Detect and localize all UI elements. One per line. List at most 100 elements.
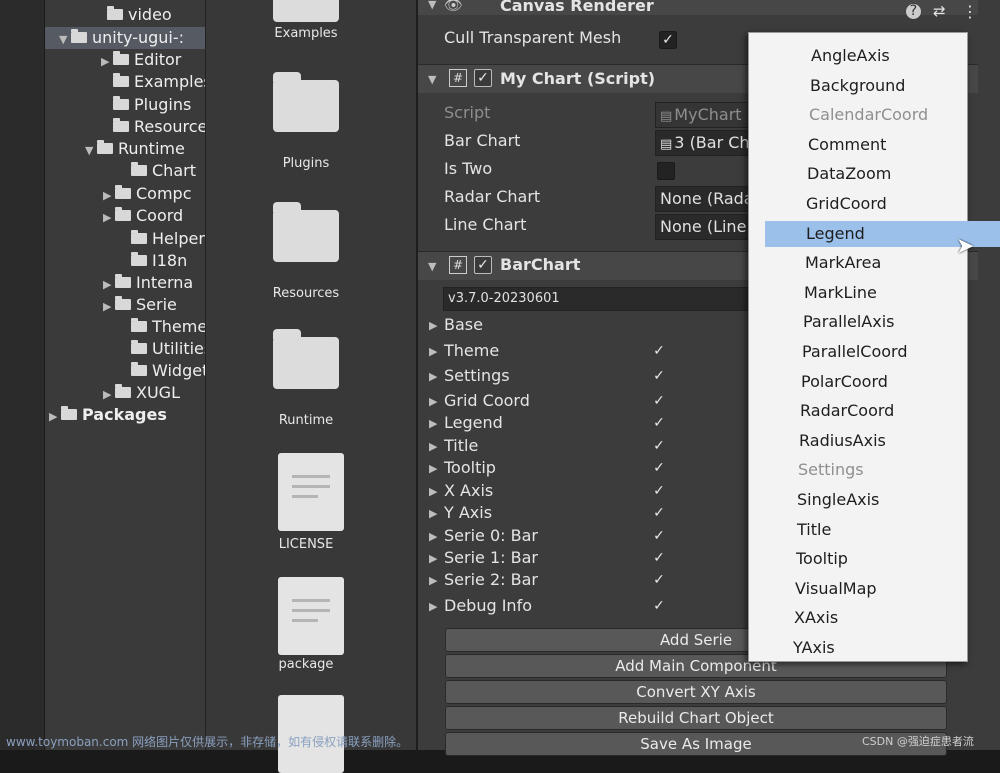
foldout-arrow-icon[interactable]: ▶ xyxy=(429,485,437,498)
collapsed-arrow-icon[interactable]: ▶ xyxy=(49,406,61,428)
tree-item[interactable]: ▶ Compc xyxy=(103,183,192,205)
tree-item[interactable]: ▶ Interna xyxy=(103,272,193,294)
section-enabled-checkbox[interactable]: ✓ xyxy=(651,460,667,476)
collapse-arrow-icon[interactable]: ▼ xyxy=(428,260,436,273)
version-field: v3.7.0-20230601 xyxy=(443,287,759,311)
section-enabled-checkbox[interactable]: ✓ xyxy=(651,505,667,521)
collapsed-arrow-icon[interactable]: ▶ xyxy=(103,207,115,229)
collapsed-arrow-icon[interactable]: ▶ xyxy=(103,185,115,207)
collapsed-arrow-icon[interactable]: ▶ xyxy=(103,296,115,318)
foldout-arrow-icon[interactable]: ▶ xyxy=(429,395,437,408)
tree-item[interactable]: ▼ Runtime xyxy=(85,138,185,160)
object-field[interactable]: ▤ 3 (Bar Cha xyxy=(655,130,761,156)
menu-item[interactable]: AngleAxis xyxy=(811,43,890,69)
collapse-arrow-icon[interactable]: ▼ xyxy=(428,73,436,86)
menu-item[interactable]: XAxis xyxy=(794,605,838,631)
foldout-arrow-icon[interactable]: ▶ xyxy=(429,600,437,613)
collapsed-arrow-icon[interactable]: ▶ xyxy=(101,51,113,73)
my-chart-enabled-checkbox[interactable]: ✓ xyxy=(474,69,492,87)
tree-item[interactable]: I18n xyxy=(119,250,187,272)
section-label: X Axis xyxy=(444,481,494,500)
more-menu-icon[interactable]: ⋮ xyxy=(962,2,978,21)
section-enabled-checkbox[interactable]: ✓ xyxy=(651,343,667,359)
rebuild-chart-object-button[interactable]: Rebuild Chart Object xyxy=(445,706,947,730)
section-enabled-checkbox[interactable]: ✓ xyxy=(651,528,667,544)
foldout-arrow-icon[interactable]: ▶ xyxy=(429,319,437,332)
menu-item[interactable]: ParallelCoord xyxy=(802,339,908,365)
menu-item[interactable]: RadiusAxis xyxy=(799,428,886,454)
collapsed-arrow-icon[interactable]: ▶ xyxy=(103,274,115,296)
menu-item[interactable]: GridCoord xyxy=(806,191,887,217)
foldout-arrow-icon[interactable]: ▶ xyxy=(429,552,437,565)
menu-item[interactable]: ParallelAxis xyxy=(803,309,895,335)
tree-item[interactable]: Helper xyxy=(119,228,205,250)
menu-item[interactable]: YAxis xyxy=(793,635,835,661)
menu-item[interactable]: Tooltip xyxy=(796,546,848,572)
tree-item[interactable]: Utilities xyxy=(119,338,205,360)
foldout-arrow-icon[interactable]: ▶ xyxy=(429,345,437,358)
tree-item[interactable]: Chart xyxy=(119,160,196,182)
object-field[interactable]: None (Radar xyxy=(655,186,761,212)
tree-item[interactable]: video xyxy=(95,4,172,26)
foldout-arrow-icon[interactable]: ▶ xyxy=(429,440,437,453)
tree-item[interactable]: ▶ Coord xyxy=(103,205,183,227)
tree-item[interactable]: ▶ Serie xyxy=(103,294,177,316)
field-label: Line Chart xyxy=(444,215,527,234)
section-enabled-checkbox[interactable]: ✓ xyxy=(651,483,667,499)
tree-item-label: Helper xyxy=(152,229,205,248)
menu-item[interactable]: PolarCoord xyxy=(801,369,888,395)
tree-item[interactable]: ▶ XUGL xyxy=(103,382,180,404)
section-label: Y Axis xyxy=(444,503,493,522)
is-two-checkbox[interactable] xyxy=(657,162,675,180)
tree-item[interactable]: Examples xyxy=(101,71,205,93)
section-enabled-checkbox[interactable]: ✓ xyxy=(651,572,667,588)
cull-transparent-mesh-checkbox[interactable]: ✓ xyxy=(659,31,677,49)
tree-item[interactable]: Resource xyxy=(101,116,205,138)
foldout-arrow-icon[interactable]: ▶ xyxy=(429,574,437,587)
preset-icon[interactable]: ⇄ xyxy=(933,2,946,20)
menu-item[interactable]: RadarCoord xyxy=(800,398,894,424)
tree-item-label: Coord xyxy=(136,206,184,225)
menu-item[interactable]: Background xyxy=(810,73,905,99)
bar-chart-enabled-checkbox[interactable]: ✓ xyxy=(474,256,492,274)
collapse-arrow-icon[interactable]: ▼ xyxy=(428,0,436,11)
menu-item[interactable]: MarkLine xyxy=(804,280,877,306)
folder-icon[interactable] xyxy=(273,329,339,389)
section-enabled-checkbox[interactable]: ✓ xyxy=(651,438,667,454)
tree-item[interactable]: ▶ Packages xyxy=(49,404,167,426)
folder-icon[interactable] xyxy=(273,0,339,22)
folder-icon xyxy=(113,96,129,110)
folder-icon[interactable] xyxy=(273,72,339,132)
foldout-arrow-icon[interactable]: ▶ xyxy=(429,462,437,475)
menu-item[interactable]: VisualMap xyxy=(795,576,877,602)
tree-item[interactable]: Theme xyxy=(119,316,205,338)
tree-item[interactable]: ▶ Editor xyxy=(101,49,181,71)
collapsed-arrow-icon[interactable]: ▶ xyxy=(103,384,115,406)
help-icon[interactable]: ? xyxy=(906,4,921,19)
foldout-arrow-icon[interactable]: ▶ xyxy=(429,507,437,520)
expanded-arrow-icon[interactable]: ▼ xyxy=(85,140,97,162)
document-icon[interactable] xyxy=(278,453,344,531)
object-field[interactable]: None (Line C xyxy=(655,214,761,240)
section-enabled-checkbox[interactable]: ✓ xyxy=(651,415,667,431)
menu-item[interactable]: SingleAxis xyxy=(797,487,879,513)
foldout-arrow-icon[interactable]: ▶ xyxy=(429,530,437,543)
folder-icon[interactable] xyxy=(273,202,339,262)
tree-item[interactable]: ▼ unity-ugui-: xyxy=(45,27,205,49)
folder-icon xyxy=(115,384,131,398)
menu-item[interactable]: MarkArea xyxy=(805,250,881,276)
section-enabled-checkbox[interactable]: ✓ xyxy=(651,393,667,409)
foldout-arrow-icon[interactable]: ▶ xyxy=(429,417,437,430)
section-enabled-checkbox[interactable]: ✓ xyxy=(651,368,667,384)
expanded-arrow-icon[interactable]: ▼ xyxy=(59,29,71,51)
document-icon[interactable] xyxy=(278,577,344,655)
section-enabled-checkbox[interactable]: ✓ xyxy=(651,598,667,614)
menu-item[interactable]: Comment xyxy=(808,132,886,158)
menu-item[interactable]: DataZoom xyxy=(807,161,891,187)
tree-item[interactable]: Plugins xyxy=(101,94,191,116)
foldout-arrow-icon[interactable]: ▶ xyxy=(429,370,437,383)
section-enabled-checkbox[interactable]: ✓ xyxy=(651,550,667,566)
tree-item[interactable]: Widget xyxy=(119,360,205,382)
menu-item[interactable]: Title xyxy=(797,517,831,543)
convert-xy-axis-button[interactable]: Convert XY Axis xyxy=(445,680,947,704)
